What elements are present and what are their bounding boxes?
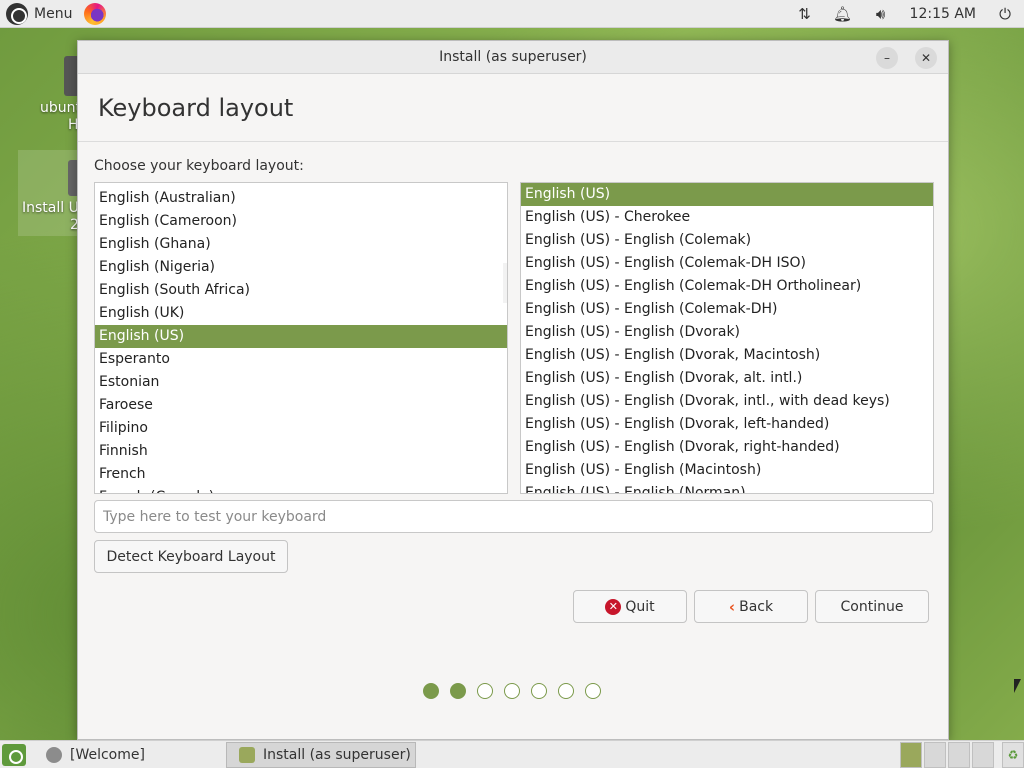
desktop-icon-label[interactable]: Install U (22, 200, 79, 216)
back-arrow-icon: ‹ (728, 597, 736, 616)
menu-label: Menu (34, 5, 73, 22)
layout-list-item[interactable]: English (US) (95, 325, 507, 348)
progress-dot (504, 683, 520, 699)
layout-list-item[interactable]: Finnish (95, 440, 507, 463)
layout-list-item[interactable]: French (Canada) (95, 486, 507, 493)
layout-list-item[interactable]: English (UK) (95, 302, 507, 325)
variant-list-item[interactable]: English (US) - English (Colemak-DH ISO) (521, 252, 933, 275)
detect-button-label: Detect Keyboard Layout (106, 548, 276, 565)
volume-icon[interactable]: 🔊︎ (862, 0, 900, 28)
window-title: Install (as superuser) (439, 49, 587, 65)
workspace-2[interactable] (924, 742, 946, 768)
variant-list-item[interactable]: English (US) - English (Dvorak, left-han… (521, 413, 933, 436)
layout-prompt: Choose your keyboard layout: (94, 158, 304, 174)
keyboard-variant-list[interactable]: English (US) English (US) - Cherokee Engli… (520, 182, 934, 494)
close-button[interactable]: ✕ (915, 47, 937, 69)
workspace-switcher: ♻ (900, 741, 1024, 768)
variant-list-item[interactable]: English (US) - English (Dvorak, right-ha… (521, 436, 933, 459)
list-scrollbar[interactable] (503, 263, 507, 303)
variant-list-item[interactable]: English (US) (521, 183, 933, 206)
detect-keyboard-layout-button[interactable]: Detect Keyboard Layout (94, 540, 288, 573)
layout-list-item[interactable]: Estonian (95, 371, 507, 394)
trash-icon[interactable]: ♻ (1002, 742, 1024, 768)
workspace-4[interactable] (972, 742, 994, 768)
variant-list-item[interactable]: English (US) - English (Dvorak) (521, 321, 933, 344)
step-progress-indicator (423, 683, 601, 699)
progress-dot (558, 683, 574, 699)
back-button[interactable]: ‹ Back (694, 590, 808, 623)
system-tray: ⇅ 🔔︎ 🔊︎ 12:15 AM ⏻ (786, 0, 1024, 28)
progress-dot (450, 683, 466, 699)
keyboard-test-input[interactable] (94, 500, 933, 533)
variant-list-item[interactable]: English (US) - English (Dvorak, alt. int… (521, 367, 933, 390)
mouse-cursor-icon (1014, 679, 1021, 693)
minimize-button[interactable]: – (876, 47, 898, 69)
variant-list-item[interactable]: English (US) - Cherokee (521, 206, 933, 229)
welcome-app-icon (46, 746, 62, 763)
variant-list-item[interactable]: English (US) - English (Colemak-DH) (521, 298, 933, 321)
layout-list-item[interactable]: Filipino (95, 417, 507, 440)
taskbar-item-label: [Welcome] (70, 746, 145, 763)
continue-button-label: Continue (840, 598, 904, 615)
layout-list-item[interactable]: Esperanto (95, 348, 507, 371)
desktop-icon-label[interactable]: ubunt (40, 100, 81, 116)
variant-list-item[interactable]: English (US) - English (Dvorak, Macintos… (521, 344, 933, 367)
taskbar-item-welcome[interactable]: [Welcome] (34, 742, 226, 768)
variant-list-item[interactable]: English (US) - English (Norman) (521, 482, 933, 493)
progress-dot (585, 683, 601, 699)
layout-list-item[interactable]: Faroese (95, 394, 507, 417)
page-title: Keyboard layout (98, 93, 294, 122)
quit-icon: ✕ (605, 598, 622, 615)
progress-dot (477, 683, 493, 699)
power-icon[interactable]: ⏻ (986, 0, 1024, 28)
layout-list-item[interactable]: French (95, 463, 507, 486)
progress-dot (423, 683, 439, 699)
variant-list-item[interactable]: English (US) - English (Colemak-DH Ortho… (521, 275, 933, 298)
clock[interactable]: 12:15 AM (900, 6, 986, 22)
page-header: Keyboard layout (78, 74, 948, 142)
firefox-icon[interactable] (84, 2, 107, 25)
taskbar-item-label: Install (as superuser) (263, 746, 411, 763)
continue-button[interactable]: Continue (815, 590, 929, 623)
workspace-1[interactable] (900, 742, 922, 768)
notification-bell-icon[interactable]: 🔔︎ (824, 0, 862, 28)
app-menu-button[interactable]: Menu (0, 0, 78, 28)
workspace-3[interactable] (948, 742, 970, 768)
layout-list-item[interactable]: English (Australian) (95, 187, 507, 210)
taskbar-item-install[interactable]: Install (as superuser) (226, 741, 416, 768)
keyboard-layout-list[interactable]: English (Australian) English (Cameroon) En… (94, 182, 508, 494)
layout-list-item[interactable]: English (South Africa) (95, 279, 507, 302)
layout-list-item[interactable]: English (Nigeria) (95, 256, 507, 279)
show-desktop-icon[interactable] (2, 743, 26, 766)
layout-list-item[interactable]: English (Cameroon) (95, 210, 507, 233)
variant-list-item[interactable]: English (US) - English (Macintosh) (521, 459, 933, 482)
installer-window: Install (as superuser) – ✕ Keyboard layo… (77, 40, 949, 740)
installer-app-icon (239, 746, 255, 763)
top-panel: Menu ⇅ 🔔︎ 🔊︎ 12:15 AM ⏻ (0, 0, 1024, 28)
network-icon[interactable]: ⇅ (786, 0, 824, 28)
variant-list-item[interactable]: English (US) - English (Colemak) (521, 229, 933, 252)
bottom-panel: [Welcome] Install (as superuser) ♻ (0, 740, 1024, 768)
quit-button-label: Quit (625, 598, 655, 615)
variant-list-item[interactable]: English (US) - English (Dvorak, intl., w… (521, 390, 933, 413)
progress-dot (531, 683, 547, 699)
back-button-label: Back (739, 598, 774, 615)
quit-button[interactable]: ✕ Quit (573, 590, 687, 623)
window-titlebar[interactable]: Install (as superuser) – ✕ (78, 41, 948, 74)
layout-list-item[interactable]: English (Ghana) (95, 233, 507, 256)
ubuntu-logo-icon (6, 2, 28, 25)
